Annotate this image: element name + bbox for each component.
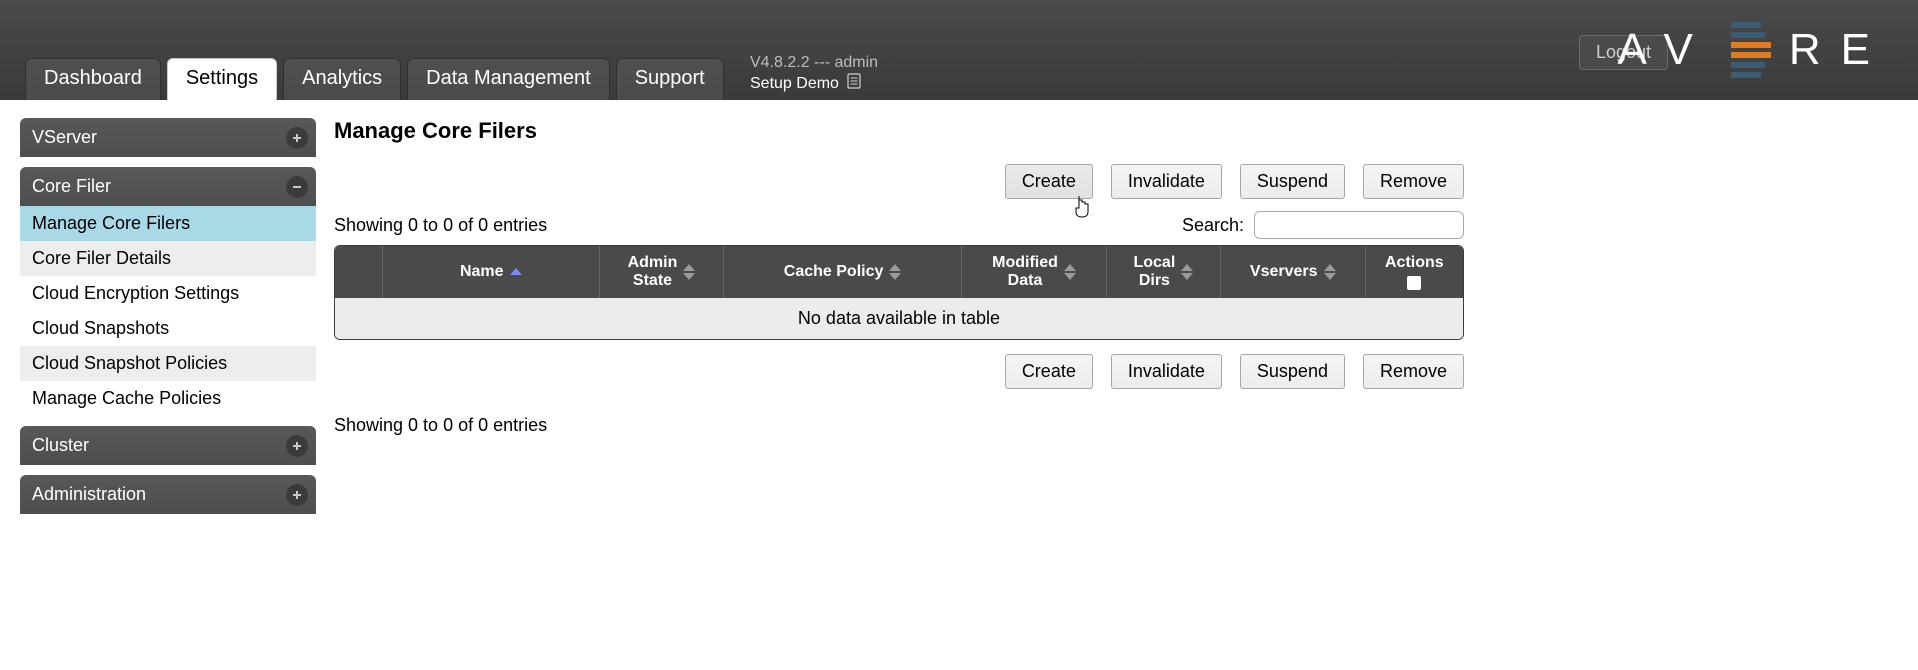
col-admin-state[interactable]: Admin State — [600, 246, 724, 298]
sidebar-section-core-filer[interactable]: Core Filer — [20, 167, 316, 206]
tab-support[interactable]: Support — [616, 58, 724, 100]
logo-text-post: RE — [1789, 25, 1890, 75]
entries-summary-top: Showing 0 to 0 of 0 entries — [334, 215, 547, 236]
sidebar-section-label: Administration — [32, 484, 146, 504]
top-bar: Dashboard Settings Analytics Data Manage… — [0, 0, 1918, 100]
col-label: Actions — [1385, 254, 1444, 272]
sidebar-section-vserver[interactable]: VServer — [20, 118, 316, 157]
create-button[interactable]: Create — [1005, 354, 1093, 389]
sidebar-section-cluster[interactable]: Cluster — [20, 426, 316, 465]
sidebar-section-label: Core Filer — [32, 176, 111, 196]
col-label: Name — [460, 263, 504, 281]
action-row-top: Create Invalidate Suspend Remove — [334, 164, 1464, 199]
invalidate-button[interactable]: Invalidate — [1111, 164, 1222, 199]
sidebar-section-administration[interactable]: Administration — [20, 475, 316, 514]
sidebar: VServer Core Filer Manage Core Filer — [20, 114, 316, 514]
tab-dashboard[interactable]: Dashboard — [25, 58, 161, 100]
sort-icon — [1064, 264, 1076, 280]
setup-line: Setup Demo — [750, 75, 839, 92]
collapse-icon[interactable] — [286, 176, 308, 198]
tab-settings[interactable]: Settings — [167, 58, 277, 100]
search-label: Search: — [1182, 215, 1244, 236]
table-empty-message: No data available in table — [335, 298, 1463, 339]
expand-icon[interactable] — [286, 127, 308, 149]
remove-button[interactable]: Remove — [1363, 164, 1464, 199]
page-title: Manage Core Filers — [334, 118, 1464, 144]
col-label: Vservers — [1250, 263, 1318, 281]
sidebar-section-label: Cluster — [32, 435, 89, 455]
suspend-button[interactable]: Suspend — [1240, 164, 1345, 199]
sidebar-item-manage-cache-policies[interactable]: Manage Cache Policies — [20, 381, 316, 416]
logo-e-icon — [1731, 22, 1771, 78]
sort-icon — [1181, 264, 1193, 280]
sidebar-item-cloud-encryption-settings[interactable]: Cloud Encryption Settings — [20, 276, 316, 311]
sidebar-item-cloud-snapshots[interactable]: Cloud Snapshots — [20, 311, 316, 346]
sort-icon — [510, 268, 522, 275]
col-modified-data[interactable]: Modified Data — [962, 246, 1107, 298]
create-button[interactable]: Create — [1005, 164, 1093, 199]
expand-icon[interactable] — [286, 484, 308, 506]
col-label: Admin State — [628, 254, 678, 289]
main-content: Manage Core Filers Create Invalidate Sus… — [334, 114, 1464, 436]
invalidate-button[interactable]: Invalidate — [1111, 354, 1222, 389]
document-icon — [847, 73, 861, 96]
version-line: V4.8.2.2 --- admin — [750, 52, 878, 74]
col-vservers[interactable]: Vservers — [1221, 246, 1366, 298]
col-actions[interactable]: Actions — [1366, 246, 1463, 298]
sidebar-core-filer-items: Manage Core Filers Core Filer Details Cl… — [20, 206, 316, 416]
sidebar-item-manage-core-filers[interactable]: Manage Core Filers — [20, 206, 316, 241]
col-cache-policy[interactable]: Cache Policy — [724, 246, 962, 298]
sort-icon — [1324, 264, 1336, 280]
suspend-button[interactable]: Suspend — [1240, 354, 1345, 389]
table-empty-row: No data available in table — [335, 298, 1463, 339]
action-row-bottom: Create Invalidate Suspend Remove — [334, 354, 1464, 389]
remove-button[interactable]: Remove — [1363, 354, 1464, 389]
header-meta: V4.8.2.2 --- admin Setup Demo — [750, 52, 878, 96]
col-name[interactable]: Name — [383, 246, 600, 298]
col-blank[interactable] — [335, 246, 383, 298]
tab-data-management[interactable]: Data Management — [407, 58, 610, 100]
tab-analytics[interactable]: Analytics — [283, 58, 401, 100]
primary-tabs: Dashboard Settings Analytics Data Manage… — [25, 58, 724, 100]
col-label: Local Dirs — [1133, 254, 1175, 289]
expand-icon[interactable] — [286, 435, 308, 457]
entries-summary-bottom: Showing 0 to 0 of 0 entries — [334, 415, 1464, 436]
brand-logo: AV RE — [1617, 22, 1890, 78]
col-label: Modified Data — [992, 254, 1058, 289]
sort-icon — [889, 264, 901, 280]
logo-text-pre: AV — [1617, 25, 1712, 75]
search-input[interactable] — [1254, 211, 1464, 239]
core-filers-table: Name Admin State — [334, 245, 1464, 340]
sort-icon — [683, 264, 695, 280]
select-all-checkbox[interactable] — [1407, 276, 1421, 290]
sidebar-section-label: VServer — [32, 127, 97, 147]
col-label: Cache Policy — [784, 263, 884, 281]
col-local-dirs[interactable]: Local Dirs — [1107, 246, 1221, 298]
sidebar-item-cloud-snapshot-policies[interactable]: Cloud Snapshot Policies — [20, 346, 316, 381]
sidebar-item-core-filer-details[interactable]: Core Filer Details — [20, 241, 316, 276]
